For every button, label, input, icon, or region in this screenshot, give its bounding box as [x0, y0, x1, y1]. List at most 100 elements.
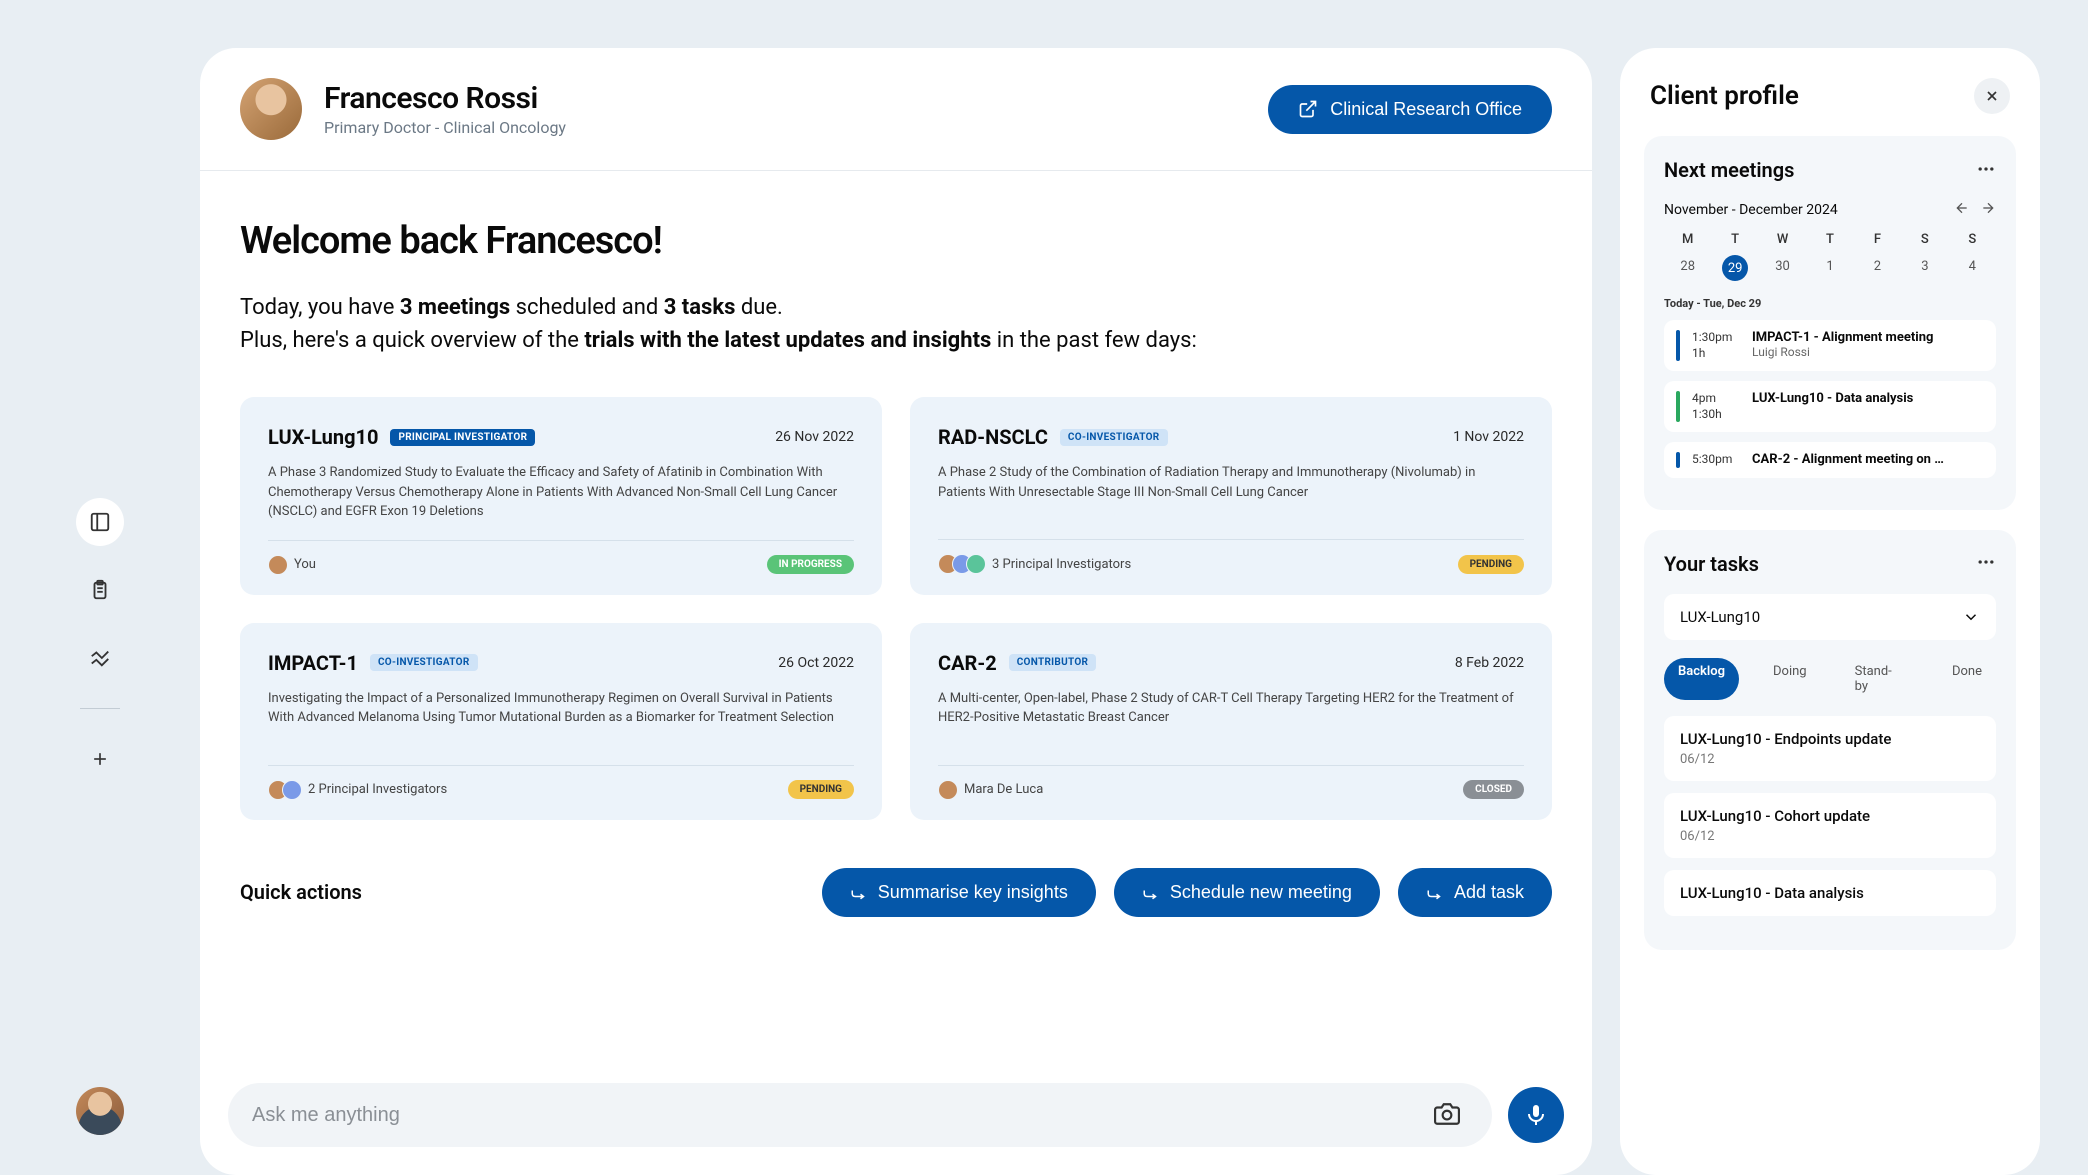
meeting-time: 5:30pm [1692, 452, 1740, 468]
quick-action-label: Summarise key insights [878, 882, 1068, 903]
task-item[interactable]: LUX-Lung10 - Endpoints update 06/12 [1664, 716, 1996, 781]
meeting-item[interactable]: 5:30pm CAR-2 - Alignment meeting on … [1664, 442, 1996, 478]
role-badge: PRINCIPAL INVESTIGATOR [390, 429, 535, 446]
quick-action-label: Schedule new meeting [1170, 882, 1352, 903]
meeting-item[interactable]: 1:30pm1h IMPACT-1 - Alignment meeting Lu… [1664, 320, 1996, 371]
calendar-dow: S [1949, 232, 1996, 247]
plus-icon [90, 749, 110, 769]
meeting-time: 4pm1:30h [1692, 391, 1740, 422]
meeting-color-bar [1676, 330, 1680, 361]
trial-separator [268, 540, 854, 541]
task-trial-select[interactable]: LUX-Lung10 [1664, 594, 1996, 640]
calendar-day[interactable]: 1 [1806, 255, 1853, 278]
trial-pi-label: 2 Principal Investigators [308, 782, 447, 797]
role-badge: CO-INVESTIGATOR [1060, 429, 1168, 446]
welcome-heading: Welcome back Francesco! [240, 219, 1552, 263]
clinical-research-office-button[interactable]: Clinical Research Office [1268, 85, 1552, 134]
calendar-next-button[interactable] [1980, 200, 1996, 220]
pi-avatar [966, 554, 986, 574]
user-avatar[interactable] [240, 78, 302, 140]
calendar-day[interactable]: 2 [1854, 255, 1901, 278]
client-profile-panel: Client profile Next meetings November - … [1620, 48, 2040, 1175]
calendar-day[interactable]: 28 [1664, 255, 1711, 278]
calendar-day[interactable]: 30 [1759, 255, 1806, 278]
header-button-label: Clinical Research Office [1330, 99, 1522, 120]
dots-icon [1976, 159, 1996, 179]
quick-action-button[interactable]: Summarise key insights [822, 868, 1096, 917]
close-panel-button[interactable] [1974, 78, 2010, 114]
next-meetings-card: Next meetings November - December 2024 M… [1644, 136, 2016, 510]
trial-date: 26 Oct 2022 [778, 655, 854, 671]
camera-button[interactable] [1426, 1093, 1468, 1138]
trial-name: CAR-2 [938, 651, 997, 675]
quick-action-button[interactable]: Add task [1398, 868, 1552, 917]
meeting-color-bar [1676, 391, 1680, 422]
trial-card[interactable]: RAD-NSCLC CO-INVESTIGATOR 1 Nov 2022 A P… [910, 397, 1552, 595]
task-tab[interactable]: Backlog [1664, 658, 1739, 700]
main-panel: Francesco Rossi Primary Doctor - Clinica… [200, 48, 1592, 1175]
pi-avatar [282, 780, 302, 800]
user-name: Francesco Rossi [324, 81, 566, 116]
quick-action-label: Add task [1454, 882, 1524, 903]
task-item-title: LUX-Lung10 - Endpoints update [1680, 730, 1980, 748]
trial-description: Investigating the Impact of a Personaliz… [268, 689, 854, 747]
meeting-title: LUX-Lung10 - Data analysis [1752, 391, 1984, 406]
task-item-title: LUX-Lung10 - Data analysis [1680, 884, 1980, 902]
trials-grid: LUX-Lung10 PRINCIPAL INVESTIGATOR 26 Nov… [240, 397, 1552, 820]
trial-description: A Multi-center, Open-label, Phase 2 Stud… [938, 689, 1524, 747]
arrow-left-icon [1954, 200, 1970, 216]
quick-actions-row: Quick actions Summarise key insightsSche… [240, 868, 1552, 917]
meetings-more-button[interactable] [1976, 159, 1996, 182]
calendar-prev-button[interactable] [1954, 200, 1970, 220]
trial-date: 1 Nov 2022 [1453, 429, 1524, 445]
arrow-right-icon [1980, 200, 1996, 216]
client-profile-title: Client profile [1650, 81, 1799, 111]
calendar-dow: T [1806, 232, 1853, 247]
task-tab[interactable]: Done [1938, 658, 1996, 700]
sidebar-clipboard[interactable] [76, 566, 124, 614]
calendar-range: November - December 2024 [1664, 202, 1838, 218]
calendar-day[interactable]: 4 [1949, 255, 1996, 278]
tasks-more-button[interactable] [1976, 552, 1996, 575]
meeting-attendee: Luigi Rossi [1752, 345, 1984, 359]
trial-separator [938, 765, 1524, 766]
pi-avatar [938, 780, 958, 800]
task-trial-selected: LUX-Lung10 [1680, 608, 1760, 626]
calendar-dow: F [1854, 232, 1901, 247]
trial-name: IMPACT-1 [268, 651, 358, 675]
sidebar-user-avatar[interactable] [76, 1087, 124, 1135]
sidebar-add[interactable] [76, 735, 124, 783]
task-item[interactable]: LUX-Lung10 - Cohort update06/12 [1664, 793, 1996, 858]
status-badge: IN PROGRESS [767, 555, 854, 574]
meeting-item[interactable]: 4pm1:30h LUX-Lung10 - Data analysis [1664, 381, 1996, 432]
sidebar-analytics[interactable] [76, 634, 124, 682]
task-item-title: LUX-Lung10 - Cohort update [1680, 807, 1980, 825]
layout-icon [89, 511, 111, 533]
status-badge: CLOSED [1463, 780, 1524, 799]
trial-card[interactable]: LUX-Lung10 PRINCIPAL INVESTIGATOR 26 Nov… [240, 397, 882, 595]
chat-input[interactable] [252, 1104, 1426, 1127]
welcome-summary: Today, you have 3 meetings scheduled and… [240, 291, 1552, 357]
reply-arrow-icon [1426, 883, 1444, 901]
trial-card[interactable]: IMPACT-1 CO-INVESTIGATOR 26 Oct 2022 Inv… [240, 623, 882, 820]
today-label: Today - Tue, Dec 29 [1664, 297, 1996, 310]
task-tab[interactable]: Doing [1759, 658, 1821, 700]
header: Francesco Rossi Primary Doctor - Clinica… [200, 48, 1592, 171]
trial-card[interactable]: CAR-2 CONTRIBUTOR 8 Feb 2022 A Multi-cen… [910, 623, 1552, 820]
trial-separator [938, 539, 1524, 540]
meeting-color-bar [1676, 452, 1680, 468]
microphone-button[interactable] [1508, 1087, 1564, 1143]
calendar-dow: T [1711, 232, 1758, 247]
quick-action-button[interactable]: Schedule new meeting [1114, 868, 1380, 917]
task-tab[interactable]: Stand-by [1841, 658, 1918, 700]
sidebar-dashboard[interactable] [76, 498, 124, 546]
user-role: Primary Doctor - Clinical Oncology [324, 118, 566, 137]
task-item[interactable]: LUX-Lung10 - Data analysis [1664, 870, 1996, 916]
calendar-day[interactable]: 3 [1901, 255, 1948, 278]
trial-pi-label: Mara De Luca [964, 782, 1043, 797]
calendar-dow: S [1901, 232, 1948, 247]
calendar-day[interactable]: 29 [1722, 255, 1748, 281]
calendar-dow: W [1759, 232, 1806, 247]
task-item-date: 06/12 [1680, 752, 1980, 767]
status-badge: PENDING [788, 780, 854, 799]
